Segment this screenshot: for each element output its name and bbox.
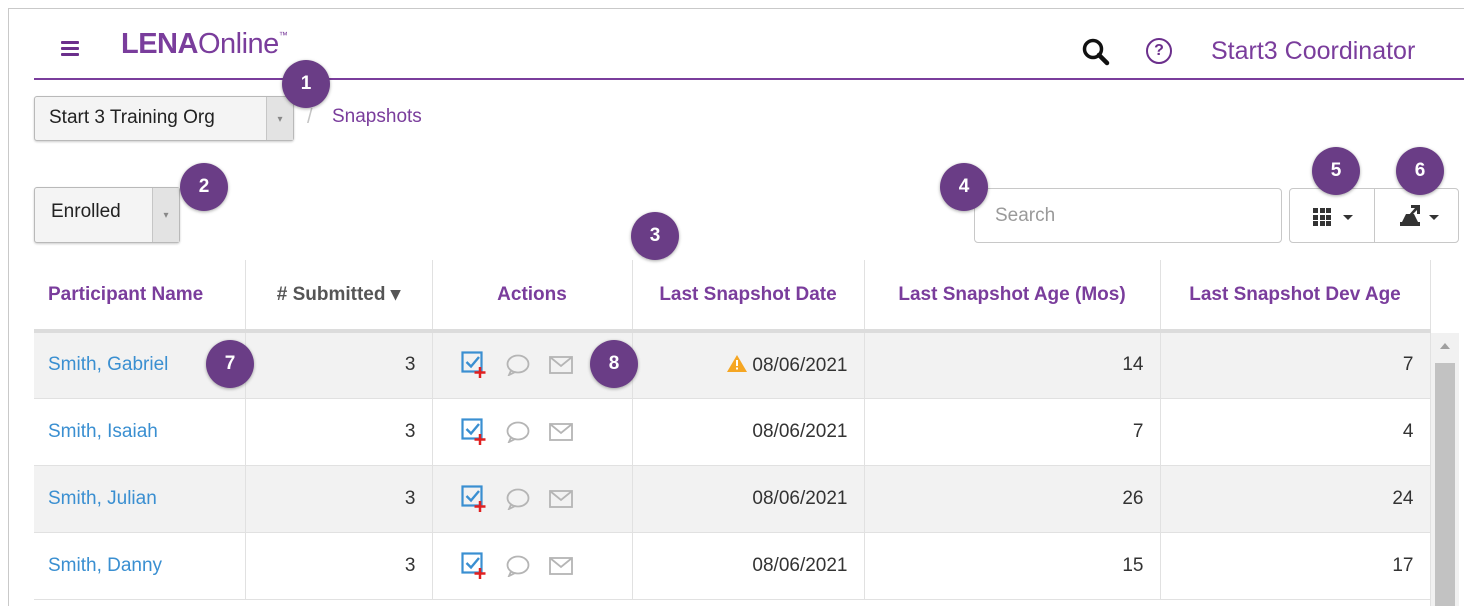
chevron-down-icon[interactable]: ▾ bbox=[152, 188, 179, 242]
column-header-last-snapshot-date[interactable]: Last Snapshot Date bbox=[632, 260, 865, 333]
status-filter-value: Enrolled bbox=[51, 201, 121, 222]
last-snapshot-date: 08/06/2021 bbox=[632, 398, 865, 466]
envelope-icon[interactable] bbox=[549, 556, 573, 575]
chevron-down-icon[interactable]: ▾ bbox=[266, 97, 293, 140]
checkbox-add-icon[interactable] bbox=[460, 551, 487, 580]
column-header-participant-name[interactable]: Participant Name bbox=[34, 260, 246, 333]
status-filter[interactable]: Enrolled ▾ bbox=[34, 187, 180, 243]
checkbox-add-icon[interactable] bbox=[460, 417, 487, 446]
comment-icon[interactable] bbox=[506, 421, 530, 443]
last-snapshot-date: 08/06/2021 bbox=[632, 532, 865, 600]
participant-name-link[interactable]: Smith, Julian bbox=[34, 465, 246, 533]
callout-badge-8: 8 bbox=[590, 340, 638, 388]
last-snapshot-age: 7 bbox=[864, 398, 1161, 466]
grid-icon bbox=[1313, 208, 1331, 226]
envelope-icon[interactable] bbox=[549, 356, 573, 375]
date-value: 08/06/2021 bbox=[752, 354, 848, 376]
breadcrumb-separator: / bbox=[307, 106, 313, 128]
caret-down-icon bbox=[1343, 215, 1353, 220]
actions-cell bbox=[432, 398, 633, 466]
column-header-actions: Actions bbox=[432, 260, 633, 333]
breadcrumb-snapshots[interactable]: Snapshots bbox=[332, 106, 422, 128]
last-snapshot-dev-age: 17 bbox=[1160, 532, 1431, 600]
help-icon[interactable]: ? bbox=[1146, 38, 1172, 64]
user-menu[interactable]: Start3 Coordinator bbox=[1211, 37, 1415, 66]
envelope-icon[interactable] bbox=[549, 422, 573, 441]
submitted-count: 3 bbox=[245, 532, 433, 600]
callout-badge-2: 2 bbox=[180, 163, 228, 211]
checkbox-add-icon[interactable] bbox=[460, 484, 487, 513]
scroll-up-icon[interactable] bbox=[1440, 343, 1450, 349]
header-divider bbox=[34, 78, 1464, 80]
sort-desc-icon: ▾ bbox=[390, 284, 401, 305]
table-row: Smith, Julian 3 08/06/2021 26 24 bbox=[34, 465, 1431, 533]
search-icon[interactable] bbox=[1080, 36, 1112, 68]
org-selector[interactable]: Start 3 Training Org ▾ bbox=[34, 96, 294, 141]
callout-badge-6: 6 bbox=[1396, 147, 1444, 195]
last-snapshot-date: 08/06/2021 bbox=[632, 465, 865, 533]
submitted-count: 3 bbox=[245, 465, 433, 533]
column-header-last-snapshot-dev-age[interactable]: Last Snapshot Dev Age bbox=[1160, 260, 1431, 333]
comment-icon[interactable] bbox=[506, 488, 530, 510]
table-header-row: Participant Name # Submitted ▾ Actions L… bbox=[34, 260, 1431, 333]
hamburger-icon[interactable] bbox=[61, 41, 79, 57]
actions-cell bbox=[432, 532, 633, 600]
export-button[interactable] bbox=[1374, 188, 1459, 243]
participant-name-link[interactable]: Smith, Danny bbox=[34, 532, 246, 600]
logo[interactable]: LENAOnline™ bbox=[121, 28, 288, 61]
scrollbar-thumb[interactable] bbox=[1435, 363, 1455, 606]
snapshots-table: Participant Name # Submitted ▾ Actions L… bbox=[34, 260, 1431, 600]
checkbox-add-icon[interactable] bbox=[460, 351, 487, 379]
org-selector-value: Start 3 Training Org bbox=[49, 107, 215, 128]
callout-badge-7: 7 bbox=[206, 340, 254, 388]
last-snapshot-date: 08/06/2021 bbox=[632, 331, 865, 399]
actions-cell bbox=[432, 465, 633, 533]
submitted-count: 3 bbox=[245, 331, 433, 399]
comment-icon[interactable] bbox=[506, 354, 530, 377]
column-header-label: # Submitted bbox=[276, 284, 386, 305]
last-snapshot-dev-age: 24 bbox=[1160, 465, 1431, 533]
column-header-last-snapshot-age[interactable]: Last Snapshot Age (Mos) bbox=[864, 260, 1161, 333]
warning-icon bbox=[727, 354, 748, 372]
comment-icon[interactable] bbox=[506, 555, 530, 577]
column-header-submitted[interactable]: # Submitted ▾ bbox=[245, 260, 433, 333]
last-snapshot-dev-age: 4 bbox=[1160, 398, 1431, 466]
callout-badge-3: 3 bbox=[631, 212, 679, 260]
submitted-count: 3 bbox=[245, 398, 433, 466]
search-input[interactable] bbox=[974, 188, 1282, 243]
last-snapshot-dev-age: 7 bbox=[1160, 331, 1431, 399]
table-row: Smith, Isaiah 3 08/06/2021 7 4 bbox=[34, 398, 1431, 466]
last-snapshot-age: 14 bbox=[864, 331, 1161, 399]
participant-name-link[interactable]: Smith, Isaiah bbox=[34, 398, 246, 466]
callout-badge-4: 4 bbox=[940, 163, 988, 211]
last-snapshot-age: 15 bbox=[864, 532, 1161, 600]
export-icon bbox=[1400, 205, 1420, 226]
envelope-icon[interactable] bbox=[549, 489, 573, 508]
last-snapshot-age: 26 bbox=[864, 465, 1161, 533]
caret-down-icon bbox=[1429, 215, 1439, 220]
callout-badge-1: 1 bbox=[282, 60, 330, 108]
column-chooser-button[interactable] bbox=[1289, 188, 1375, 243]
table-scrollbar[interactable] bbox=[1430, 333, 1459, 606]
table-row: Smith, Danny 3 08/06/2021 15 17 bbox=[34, 532, 1431, 600]
callout-badge-5: 5 bbox=[1312, 147, 1360, 195]
